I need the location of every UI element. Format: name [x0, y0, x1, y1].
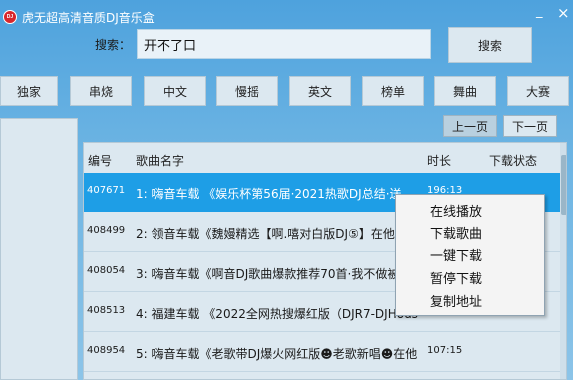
header-name: 歌曲名字: [136, 154, 185, 168]
song-name: 2: 领音车载《魏嫚精选【啊.嘻对白版DJ⑤】在他: [136, 227, 395, 241]
table-row[interactable]: 408954 5: 嗨音车载《老歌带DJ爆火网红版☻老歌新唱☻在他 107:15: [84, 333, 560, 372]
category-slowrock-button[interactable]: 慢摇: [216, 76, 278, 106]
search-input[interactable]: [137, 29, 431, 59]
next-page-button[interactable]: 下一页: [503, 115, 557, 137]
song-name: 1: 嗨音车载 《娱乐杯第56届·2021热歌DJ总结·送: [136, 187, 402, 201]
category-bar: 独家 串烧 中文 慢摇 英文 榜单 舞曲 大赛: [0, 76, 573, 106]
category-contest-button[interactable]: 大赛: [507, 76, 569, 106]
minimize-button[interactable]: _: [536, 4, 543, 19]
close-button[interactable]: ×: [557, 4, 570, 22]
song-name: 3: 嗨音车载《啊音DJ歌曲爆款推荐70首·我不做被: [136, 267, 400, 281]
title-bar: DJ 虎无超高清音质DJ音乐盒 _ ×: [0, 0, 573, 30]
window-title: 虎无超高清音质DJ音乐盒: [22, 11, 155, 25]
table-header: 编号 歌曲名字 时长 下载状态: [84, 143, 566, 173]
song-id: 408499: [87, 225, 126, 236]
category-chart-button[interactable]: 榜单: [362, 76, 424, 106]
search-button[interactable]: 搜索: [448, 27, 532, 63]
header-status: 下载状态: [489, 154, 538, 168]
song-name: 5: 嗨音车载《老歌带DJ爆火网红版☻老歌新唱☻在他: [136, 347, 418, 361]
category-english-button[interactable]: 英文: [289, 76, 351, 106]
table-scrollbar[interactable]: [560, 143, 566, 379]
header-id: 编号: [88, 154, 113, 168]
menu-one-click-download[interactable]: 一键下载: [430, 245, 482, 264]
category-medley-button[interactable]: 串烧: [70, 76, 132, 106]
menu-play-online[interactable]: 在线播放: [430, 201, 482, 220]
context-menu: 在线播放 下载歌曲 一键下载 暂停下载 复制地址: [395, 194, 545, 316]
category-chinese-button[interactable]: 中文: [144, 76, 206, 106]
prev-page-button[interactable]: 上一页: [443, 115, 497, 137]
category-exclusive-button[interactable]: 独家: [0, 76, 58, 106]
song-id: 408054: [87, 265, 126, 276]
search-label: 搜索：: [95, 38, 132, 52]
app-logo-icon: DJ: [3, 10, 17, 24]
song-duration: 107:15: [427, 345, 463, 356]
left-panel: [0, 118, 78, 380]
scrollbar-thumb[interactable]: [561, 155, 566, 215]
header-duration: 时长: [427, 154, 452, 168]
menu-copy-address[interactable]: 复制地址: [430, 291, 482, 310]
song-id: 407671: [87, 185, 126, 196]
song-name: 4: 福建车载 《2022全网热搜爆红版（DJR7-DJHous: [136, 307, 418, 321]
category-dance-button[interactable]: 舞曲: [434, 76, 496, 106]
menu-download-song[interactable]: 下载歌曲: [430, 223, 482, 242]
song-id: 408513: [87, 305, 126, 316]
song-id: 408954: [87, 345, 126, 356]
app-window: DJ 虎无超高清音质DJ音乐盒 _ × 搜索： 搜索 独家 串烧 中文 慢摇 英…: [0, 0, 573, 380]
menu-pause-download[interactable]: 暂停下载: [430, 268, 482, 287]
